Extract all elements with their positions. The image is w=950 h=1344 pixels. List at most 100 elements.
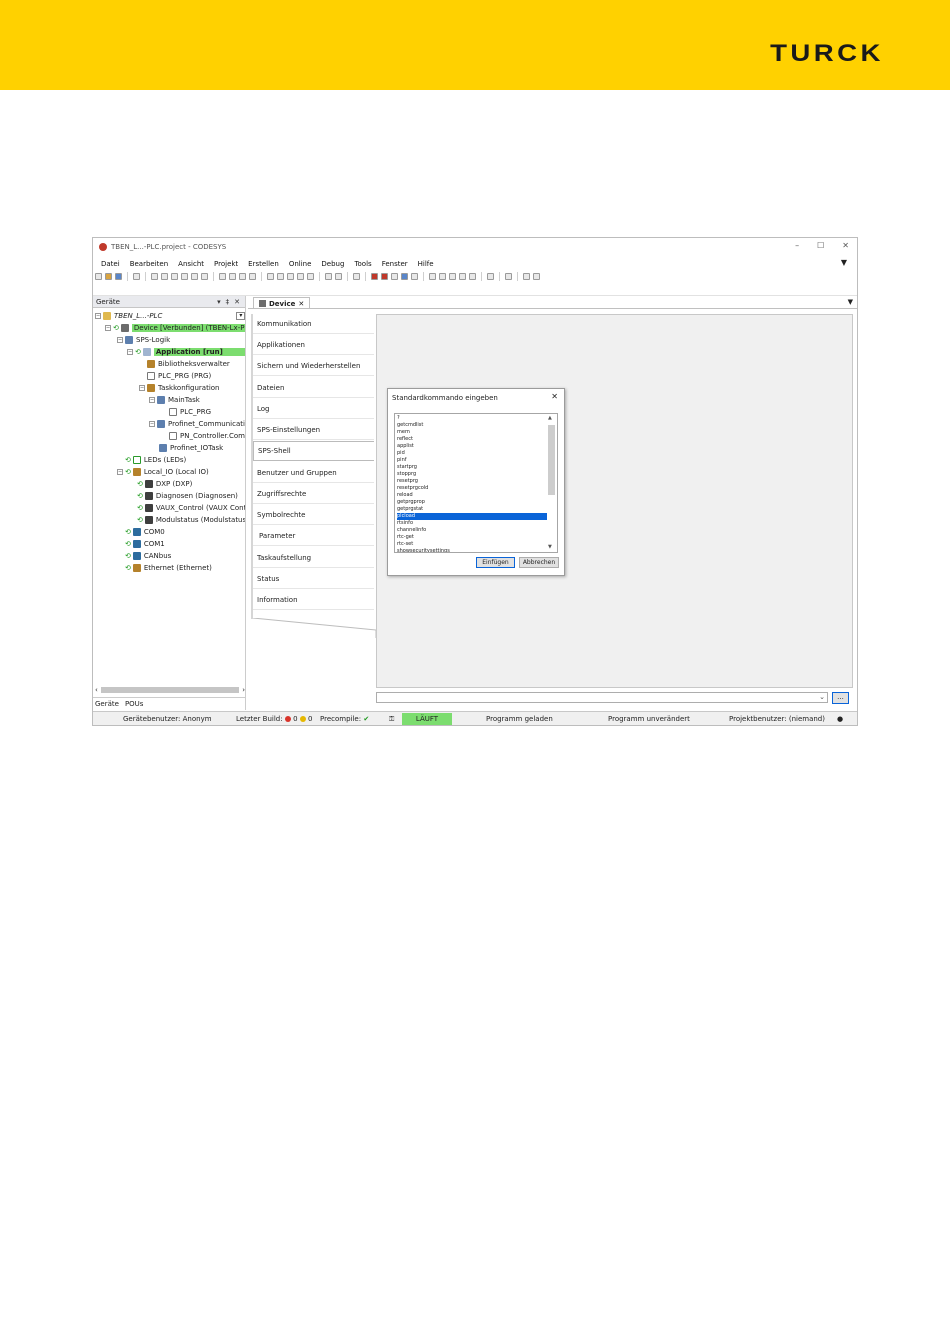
cut-icon[interactable] — [171, 272, 178, 280]
command-item[interactable]: applist — [397, 443, 547, 450]
nav-sps-shell[interactable]: SPS-Shell — [253, 441, 374, 461]
login-icon[interactable] — [353, 272, 360, 280]
breakpoint-icon[interactable] — [429, 272, 436, 280]
tree-horizontal-scrollbar[interactable]: ‹ › — [95, 686, 245, 694]
collapse-icon[interactable]: − — [149, 396, 155, 403]
build-icon[interactable] — [307, 272, 314, 280]
menu-debug[interactable]: Debug — [321, 260, 344, 268]
nav-benutzer[interactable]: Benutzer und Gruppen — [253, 463, 374, 483]
bookmark-prev-icon[interactable] — [287, 272, 294, 280]
scroll-up-icon[interactable]: ▲ — [548, 415, 552, 421]
collapse-icon[interactable]: − — [127, 348, 133, 355]
collapse-icon[interactable]: − — [149, 420, 155, 427]
menu-erstellen[interactable]: Erstellen — [248, 260, 279, 268]
tree-item-sps-logik[interactable]: − SPS-Logik — [117, 334, 170, 345]
tree-item-device[interactable]: − ⟲ Device [Verbunden] (TBEN-Lx-PLC-1 — [105, 322, 245, 333]
menu-bearbeiten[interactable]: Bearbeiten — [130, 260, 168, 268]
tree-item-leds[interactable]: ⟲ LEDs (LEDs) — [125, 454, 186, 465]
open-command-dialog-button[interactable]: ... — [832, 692, 849, 704]
nav-status[interactable]: Status — [253, 569, 374, 589]
nav-dateien[interactable]: Dateien — [253, 378, 374, 398]
device-icon[interactable] — [325, 272, 332, 280]
scroll-down-icon[interactable]: ▼ — [548, 544, 552, 550]
insert-icon[interactable] — [335, 272, 342, 280]
scroll-thumb[interactable] — [548, 425, 555, 495]
nav-symbolrechte[interactable]: Symbolrechte — [253, 505, 374, 525]
user-icon[interactable]: ● — [837, 715, 843, 723]
cancel-button[interactable]: Abbrechen — [519, 557, 559, 568]
close-tab-icon[interactable]: ✕ — [298, 300, 304, 308]
collapse-icon[interactable]: − — [105, 324, 111, 331]
paste-icon[interactable] — [191, 272, 198, 280]
tree-dropdown-icon[interactable]: ▾ — [236, 311, 245, 320]
tab-geraete[interactable]: Geräte — [95, 700, 119, 708]
command-item[interactable]: resetprg — [397, 478, 547, 485]
tree-item-maintask[interactable]: − MainTask — [149, 394, 200, 405]
command-item[interactable]: mem — [397, 429, 547, 436]
bookmark-icon[interactable] — [267, 272, 274, 280]
find-all-icon[interactable] — [239, 272, 246, 280]
bookmark-clear-icon[interactable] — [297, 272, 304, 280]
maximize-button[interactable]: ☐ — [817, 241, 824, 250]
menu-online[interactable]: Online — [289, 260, 312, 268]
tree-item-com0[interactable]: ⟲ COM0 — [125, 526, 165, 537]
tree-item-profinet-iotask[interactable]: Profinet_IOTask — [159, 442, 223, 453]
tree-item-dxp[interactable]: ⟲ DXP (DXP) — [137, 478, 192, 489]
tree-item-ethernet[interactable]: ⟲ Ethernet (Ethernet) — [125, 562, 212, 573]
nav-applikationen[interactable]: Applikationen — [253, 335, 374, 355]
redo-icon[interactable] — [161, 272, 168, 280]
tree-item-project[interactable]: − TBEN_L...-PLC ▾ — [95, 310, 245, 321]
menu-overflow-icon[interactable]: ▼ — [841, 258, 847, 267]
command-list-scrollbar[interactable]: ▲ ▼ — [547, 415, 556, 551]
command-item[interactable]: getprgprop — [397, 499, 547, 506]
scroll-right-icon[interactable]: › — [242, 686, 245, 694]
grid-icon[interactable] — [505, 272, 512, 280]
command-item[interactable]: reload — [397, 492, 547, 499]
tab-list-icon[interactable]: ▼ — [848, 298, 853, 306]
menu-hilfe[interactable]: Hilfe — [418, 260, 434, 268]
find-next-icon[interactable] — [249, 272, 256, 280]
scroll-thumb[interactable] — [100, 687, 240, 693]
logout-icon-2[interactable] — [381, 272, 388, 280]
command-item[interactable]: pinf — [397, 457, 547, 464]
open-folder-icon[interactable] — [105, 272, 112, 280]
step-into-icon[interactable] — [449, 272, 456, 280]
command-item[interactable]: pid — [397, 450, 547, 457]
tree-item-task-config[interactable]: − Taskkonfiguration — [139, 382, 220, 393]
reset-icon[interactable] — [411, 272, 418, 280]
save-icon[interactable] — [115, 272, 122, 280]
tree-item-diagnosen[interactable]: ⟲ Diagnosen (Diagnosen) — [137, 490, 238, 501]
command-item[interactable]: ? — [397, 415, 547, 422]
tree-item-plc-prg-call[interactable]: PLC_PRG — [169, 406, 211, 417]
tree-item-vaux-control[interactable]: ⟲ VAUX_Control (VAUX Contr — [137, 502, 245, 513]
pane-close-icon[interactable]: ✕ — [234, 298, 240, 306]
nav-taskaufstellung[interactable]: Taskaufstellung — [253, 548, 374, 568]
command-item[interactable]: rtc-get — [397, 534, 547, 541]
command-item[interactable]: rtsinfo — [397, 520, 547, 527]
force-values-icon[interactable] — [533, 272, 540, 280]
undo-icon[interactable] — [151, 272, 158, 280]
command-item[interactable]: showsecuritysettings — [397, 548, 547, 552]
tree-item-library[interactable]: Bibliotheksverwalter — [147, 358, 230, 369]
input-dropdown-icon[interactable]: ⌄ — [819, 693, 825, 701]
write-values-icon[interactable] — [523, 272, 530, 280]
tree-item-application[interactable]: − ⟲ Application [run] — [127, 346, 245, 357]
tree-item-local-io[interactable]: − ⟲ Local_IO (Local IO) — [117, 466, 209, 477]
replace-icon[interactable] — [229, 272, 236, 280]
settings-icon[interactable] — [487, 272, 494, 280]
run-to-cursor-icon[interactable] — [469, 272, 476, 280]
nav-kommunikation[interactable]: Kommunikation — [253, 314, 374, 334]
pane-dropdown-icon[interactable]: ▾ — [217, 298, 221, 306]
step-over-icon[interactable] — [439, 272, 446, 280]
command-item[interactable]: channelinfo — [397, 527, 547, 534]
command-item[interactable]: startprg — [397, 464, 547, 471]
nav-sps-einstellungen[interactable]: SPS-Einstellungen — [253, 420, 374, 440]
collapse-icon[interactable]: − — [95, 312, 101, 319]
new-project-icon[interactable] — [95, 272, 102, 280]
menu-fenster[interactable]: Fenster — [382, 260, 408, 268]
nav-sichern[interactable]: Sichern und Wiederherstellen — [253, 356, 374, 376]
command-item[interactable]: resetprgcold — [397, 485, 547, 492]
tree-item-plc-prg[interactable]: PLC_PRG (PRG) — [147, 370, 211, 381]
insert-button[interactable]: Einfügen — [476, 557, 515, 568]
logout-icon[interactable] — [371, 272, 378, 280]
